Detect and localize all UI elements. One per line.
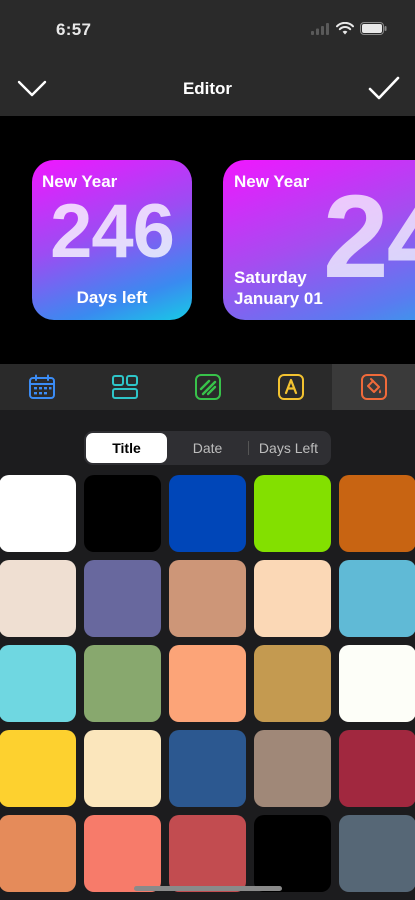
status-bar: 6:57 <box>0 0 415 62</box>
home-indicator <box>134 886 282 891</box>
status-icons <box>311 21 387 40</box>
color-swatch[interactable] <box>254 645 331 722</box>
checkmark-icon <box>368 76 400 100</box>
widget-days-number: 24 <box>323 171 415 303</box>
segment-days-left-label: Days Left <box>258 440 319 456</box>
medium-widget-preview[interactable]: 24 New Year Saturday January 01 <box>223 160 415 320</box>
paint-bucket-icon <box>360 374 387 400</box>
color-swatch[interactable] <box>0 815 76 892</box>
color-swatch[interactable] <box>84 645 161 722</box>
color-swatch[interactable] <box>339 475 415 552</box>
color-swatch[interactable] <box>0 645 76 722</box>
color-swatch[interactable] <box>169 730 246 807</box>
widget-title: New Year <box>234 172 310 191</box>
done-button[interactable] <box>367 74 401 102</box>
stripes-icon <box>194 374 221 400</box>
text-target-segmented-control: Title Date Days Left <box>84 431 331 465</box>
battery-icon <box>360 22 387 40</box>
segment-divider <box>248 441 249 455</box>
color-swatch[interactable] <box>339 815 415 892</box>
color-swatch[interactable] <box>0 475 76 552</box>
tab-layout[interactable] <box>83 364 166 410</box>
text-a-icon <box>277 374 304 400</box>
small-widget-preview[interactable]: New Year 246 Days left <box>32 160 192 320</box>
color-swatch[interactable] <box>339 730 415 807</box>
color-swatch[interactable] <box>0 730 76 807</box>
color-swatch[interactable] <box>254 560 331 637</box>
wifi-icon <box>336 21 354 40</box>
color-swatch[interactable] <box>84 475 161 552</box>
page-title: Editor <box>182 79 233 98</box>
color-swatch[interactable] <box>254 475 331 552</box>
tab-font[interactable] <box>249 364 332 410</box>
segment-date[interactable]: Date <box>167 433 248 463</box>
color-swatch[interactable] <box>84 560 161 637</box>
color-swatch[interactable] <box>84 730 161 807</box>
color-picker-panel: Title Date Days Left <box>0 410 415 900</box>
editor-tab-bar <box>0 364 415 410</box>
layout-icon <box>111 375 138 399</box>
color-swatch[interactable] <box>169 475 246 552</box>
color-swatch[interactable] <box>0 560 76 637</box>
color-swatch[interactable] <box>84 815 161 892</box>
tab-calendar[interactable] <box>0 364 83 410</box>
color-swatch[interactable] <box>339 560 415 637</box>
cellular-signal-icon <box>311 22 330 40</box>
calendar-icon <box>28 374 55 399</box>
color-swatch[interactable] <box>169 815 246 892</box>
color-swatch[interactable] <box>254 815 331 892</box>
tab-color[interactable] <box>332 364 415 410</box>
tab-background[interactable] <box>166 364 249 410</box>
widget-date: January 01 <box>234 289 323 308</box>
segment-days-left[interactable]: Days Left <box>248 433 329 463</box>
color-swatch[interactable] <box>169 645 246 722</box>
color-swatch[interactable] <box>339 645 415 722</box>
color-swatch[interactable] <box>169 560 246 637</box>
status-time: 6:57 <box>56 20 92 39</box>
widget-caption: Days left <box>76 288 148 307</box>
widget-preview-area: New Year 246 Days left 24 New Year Satur… <box>0 116 415 364</box>
nav-bar: Editor <box>0 62 415 116</box>
segment-title[interactable]: Title <box>86 433 167 463</box>
color-swatch[interactable] <box>254 730 331 807</box>
widget-days-number: 246 <box>50 189 175 274</box>
widget-weekday: Saturday <box>234 268 307 287</box>
